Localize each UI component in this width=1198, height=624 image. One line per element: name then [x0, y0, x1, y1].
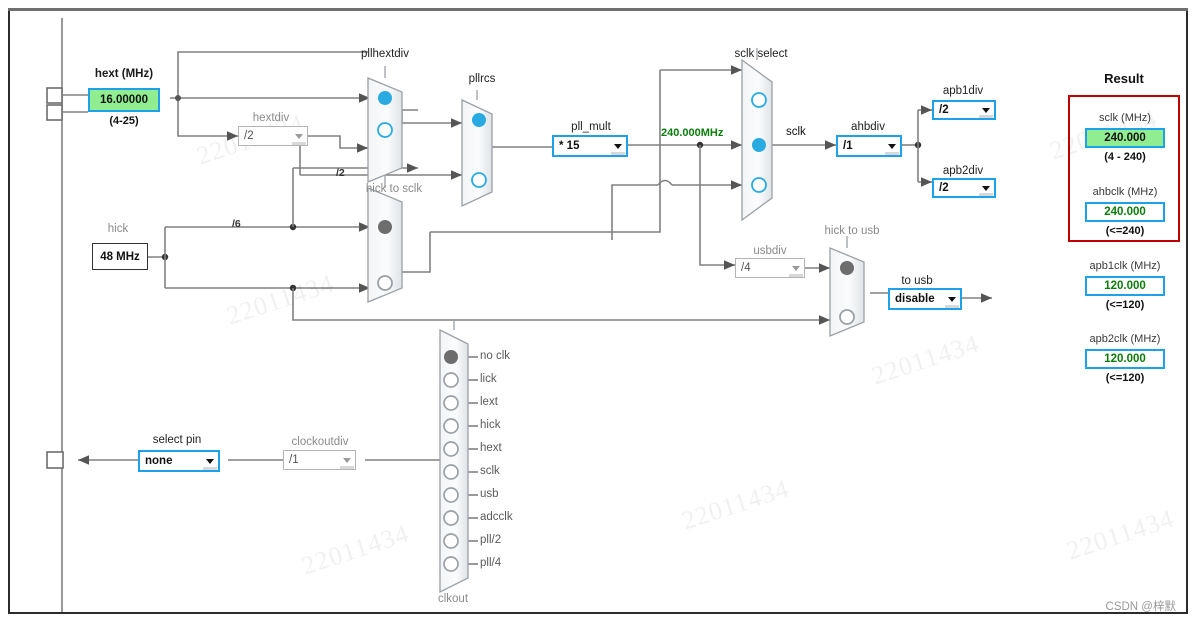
- mux-option-sclk-select-2: [751, 177, 767, 193]
- ahbdiv-value: /1: [843, 140, 853, 152]
- hext-label: hext (MHz): [94, 68, 154, 80]
- footer-credit: CSDN @梓默: [1105, 601, 1176, 613]
- select-pin-value: none: [145, 455, 173, 467]
- result-label-sclk: sclk (MHz): [1099, 112, 1151, 124]
- mux-option-pllhextdiv-1: [377, 122, 393, 138]
- hextdiv-select[interactable]: /2: [238, 126, 308, 146]
- clockoutdiv-value: /1: [289, 454, 299, 466]
- clkout-option-label-1[interactable]: lick: [480, 373, 497, 385]
- hick-label: hick: [107, 223, 129, 235]
- mux-option-hick-to-sclk-0: [378, 220, 392, 234]
- clkout-option-label-8[interactable]: pll/2: [480, 534, 501, 546]
- clock-configuration-diagram: 22011434 22011434 22011434 22011434 2201…: [0, 0, 1198, 624]
- apb2div-value: /2: [939, 182, 949, 194]
- chevron-down-icon: [610, 137, 626, 155]
- clkout-option-label-4[interactable]: hext: [480, 442, 502, 454]
- pll-mult-label: pll_mult: [571, 121, 611, 133]
- clkout-option-label-3[interactable]: hick: [480, 419, 500, 431]
- chevron-down-icon: [339, 451, 355, 469]
- hextdiv-value: /2: [244, 130, 254, 142]
- to-usb-value: disable: [895, 293, 935, 305]
- clkout-label: clkout: [437, 593, 469, 605]
- result-label-ahbclk: ahbclk (MHz): [1092, 186, 1158, 198]
- mux-option-pllrcs-1: [471, 172, 487, 188]
- select-pin-label: select pin: [152, 434, 202, 446]
- apb1div-select[interactable]: /2: [932, 100, 996, 120]
- mux-option-hick-to-usb-1: [839, 309, 855, 325]
- clockoutdiv-label: clockoutdiv: [291, 436, 349, 448]
- ahbdiv-label: ahbdiv: [851, 121, 885, 133]
- mux-option-clkout-2: [443, 395, 459, 411]
- hick-to-usb-label: hick to usb: [824, 225, 880, 237]
- hextdiv-label: hextdiv: [252, 112, 290, 124]
- chevron-down-icon: [202, 452, 218, 470]
- mux-option-clkout-5: [443, 464, 459, 480]
- hick-div-label: /6: [232, 218, 241, 230]
- mux-option-pllrcs-0: [472, 113, 486, 127]
- chevron-down-icon: [944, 290, 960, 308]
- pll-output-label: 240.000MHz: [661, 127, 724, 139]
- clkout-option-label-2[interactable]: lext: [480, 396, 498, 408]
- result-label-apb2clk: apb2clk (MHz): [1089, 333, 1161, 345]
- chevron-down-icon: [978, 180, 994, 196]
- apb2div-select[interactable]: /2: [932, 178, 996, 198]
- apb1div-label: apb1div: [942, 85, 984, 97]
- hick-value-box: 48 MHz: [92, 243, 148, 270]
- result-label-apb1clk: apb1clk (MHz): [1089, 260, 1161, 272]
- result-value-apb2clk: 120.000: [1085, 349, 1165, 369]
- usbdiv-select[interactable]: /4: [735, 258, 805, 278]
- clkout-option-label-9[interactable]: pll/4: [480, 557, 501, 569]
- wiring-canvas: [46, 18, 992, 612]
- result-limit-apb1clk: (<=120): [1105, 299, 1145, 311]
- mux-option-clkout-4: [443, 441, 459, 457]
- chevron-down-icon: [884, 137, 900, 155]
- apb1div-value: /2: [939, 104, 949, 116]
- hick-to-sclk-label: hick to sclk: [365, 183, 423, 195]
- ahbdiv-select[interactable]: /1: [836, 135, 902, 157]
- mux-option-clkout-1: [443, 372, 459, 388]
- mux-option-hick-to-usb-0: [840, 261, 854, 275]
- result-value-ahbclk: 240.000: [1085, 202, 1165, 222]
- mux-option-clkout-0: [444, 350, 458, 364]
- usbdiv-value: /4: [741, 262, 751, 274]
- mux-option-sclk-select-1: [752, 138, 766, 152]
- result-limit-apb2clk: (<=120): [1105, 372, 1145, 384]
- pllhextdiv-label: pllhextdiv: [361, 48, 409, 60]
- to-usb-label: to usb: [901, 275, 933, 287]
- mux-option-clkout-9: [443, 556, 459, 572]
- sclk-select-label: sclk select: [734, 48, 788, 60]
- mux-option-hick-to-sclk-1: [377, 275, 393, 291]
- usbdiv-label: usbdiv: [753, 245, 787, 257]
- chevron-down-icon: [788, 259, 804, 277]
- result-value-apb1clk: 120.000: [1085, 276, 1165, 296]
- clkout-option-label-5[interactable]: sclk: [480, 465, 500, 477]
- mux-option-clkout-8: [443, 533, 459, 549]
- to-usb-select[interactable]: disable: [888, 288, 962, 310]
- mux-option-clkout-6: [443, 487, 459, 503]
- clockoutdiv-select[interactable]: /1: [283, 450, 356, 470]
- pllrcs-label: pllrcs: [468, 73, 496, 85]
- result-limit-sclk: (4 - 240): [1104, 151, 1146, 163]
- result-limit-ahbclk: (<=240): [1105, 225, 1145, 237]
- pll-mult-select[interactable]: * 15: [552, 135, 628, 157]
- mux-option-clkout-7: [443, 510, 459, 526]
- hext-value-box[interactable]: 16.00000: [88, 88, 160, 112]
- chevron-down-icon: [978, 102, 994, 118]
- mux-option-sclk-select-0: [751, 92, 767, 108]
- mux-body-clkout: [439, 328, 469, 594]
- clkout-option-label-0[interactable]: no clk: [480, 350, 510, 362]
- mux-option-clkout-3: [443, 418, 459, 434]
- result-panel-title: Result: [1104, 71, 1144, 86]
- mux-option-pllhextdiv-0: [378, 91, 392, 105]
- hext-range: (4-25): [109, 115, 139, 127]
- clkout-option-label-7[interactable]: adcclk: [480, 511, 513, 523]
- pll-mult-value: * 15: [559, 140, 580, 152]
- sclk-net-label: sclk: [786, 126, 806, 138]
- chevron-down-icon: [291, 127, 307, 145]
- select-pin-select[interactable]: none: [138, 450, 220, 472]
- apb2div-label: apb2div: [942, 165, 984, 177]
- result-value-sclk: 240.000: [1085, 128, 1165, 148]
- hextdiv-out-label: /2: [336, 167, 345, 179]
- clkout-option-label-6[interactable]: usb: [480, 488, 499, 500]
